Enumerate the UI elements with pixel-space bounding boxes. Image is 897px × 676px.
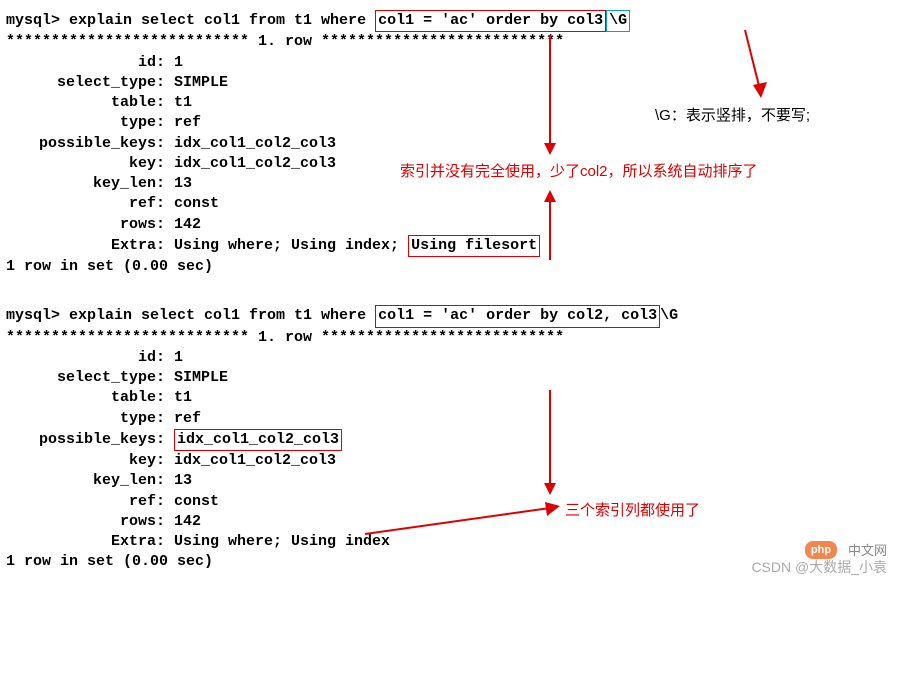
prompt: mysql>: [6, 12, 69, 29]
extra-filesort-box: Using filesort: [408, 235, 540, 257]
sql-pre: explain select col1 from t1 where: [69, 12, 375, 29]
annotation-g-note: \G：表示竖排，不要写;: [655, 104, 810, 125]
sql-g: \G: [660, 307, 678, 324]
prompt: mysql>: [6, 307, 69, 324]
kv-id: id: 1: [6, 53, 891, 73]
annotation-all-used: 三个索引列都使用了: [565, 499, 700, 520]
kv-ref: ref: const: [6, 492, 891, 512]
kv-select-type: select_type: SIMPLE: [6, 368, 891, 388]
kv-rows: rows: 142: [6, 215, 891, 235]
sql-pre: explain select col1 from t1 where: [69, 307, 375, 324]
sql-g-box: \G: [606, 10, 630, 32]
row-header: *************************** 1. row *****…: [6, 328, 891, 348]
possible-keys-box: idx_col1_col2_col3: [174, 429, 342, 451]
kv-ref: ref: const: [6, 194, 891, 214]
kv-extra: Extra: Using where; Using index: [6, 532, 891, 552]
query2-block: mysql> explain select col1 from t1 where…: [6, 305, 891, 572]
kv-key: key: idx_col1_col2_col3: [6, 451, 891, 471]
annotation-index-not-full: 索引并没有完全使用，少了col2，所以系统自动排序了: [400, 160, 758, 181]
kv-rows: rows: 142: [6, 512, 891, 532]
query1-footer: 1 row in set (0.00 sec): [6, 257, 891, 277]
kv-extra: Extra: Using where; Using index; Using f…: [6, 235, 891, 257]
kv-type: type: ref: [6, 409, 891, 429]
query2-sql-line: mysql> explain select col1 from t1 where…: [6, 305, 891, 327]
kv-possible-keys: possible_keys: idx_col1_col2_col3: [6, 429, 891, 451]
csdn-watermark: CSDN @大数据_小袁: [751, 557, 887, 577]
kv-table: table: t1: [6, 388, 891, 408]
sql-where-box: col1 = 'ac' order by col2, col3: [375, 305, 660, 327]
query1-sql-line: mysql> explain select col1 from t1 where…: [6, 10, 891, 32]
row-header: *************************** 1. row *****…: [6, 32, 891, 52]
query1-block: mysql> explain select col1 from t1 where…: [6, 10, 891, 277]
kv-possible-keys: possible_keys: idx_col1_col2_col3: [6, 134, 891, 154]
kv-select-type: select_type: SIMPLE: [6, 73, 891, 93]
kv-key-len: key_len: 13: [6, 471, 891, 491]
sql-where-box: col1 = 'ac' order by col3: [375, 10, 606, 32]
kv-id: id: 1: [6, 348, 891, 368]
